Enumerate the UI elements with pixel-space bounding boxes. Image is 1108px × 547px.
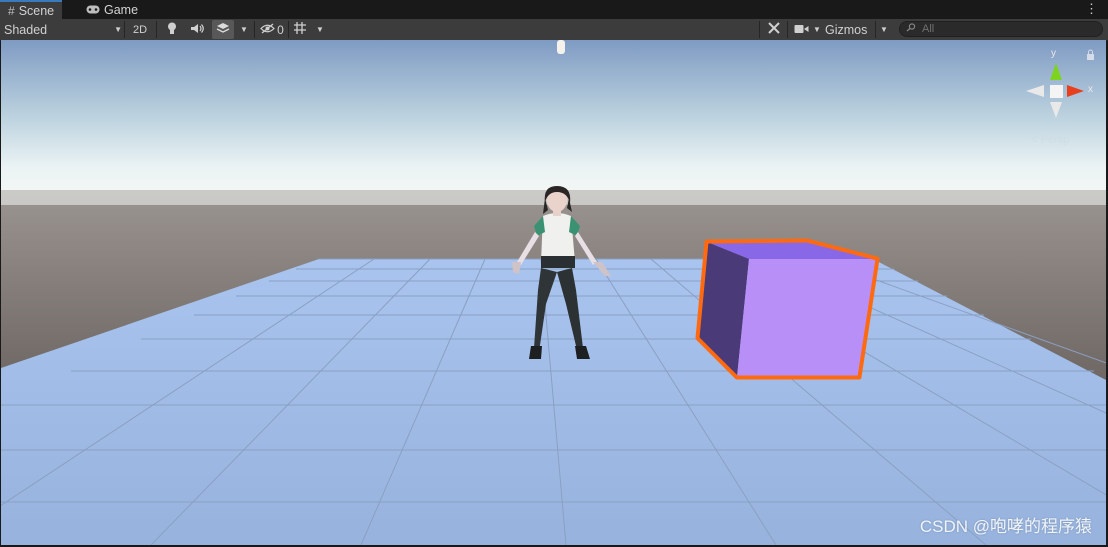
- watermark: CSDN @咆哮的程序猿: [919, 517, 1092, 536]
- grid-snap-icon: [293, 21, 307, 38]
- effects-toggle[interactable]: [212, 20, 234, 39]
- search-input[interactable]: [922, 23, 1092, 35]
- scene-render: [1, 40, 1106, 545]
- chevron-down-icon: ▼: [880, 25, 888, 34]
- gizmos-button[interactable]: Gizmos: [825, 20, 875, 39]
- tools-button[interactable]: [764, 20, 784, 39]
- grid-dropdown[interactable]: ▼: [312, 20, 328, 39]
- eye-slash-icon: [260, 22, 276, 37]
- tools-icon: [767, 21, 781, 38]
- scene-viewport[interactable]: y x < Persp CSDN @咆哮的程序猿: [1, 40, 1106, 545]
- audio-toggle[interactable]: [186, 20, 208, 39]
- tab-game[interactable]: Game: [78, 0, 146, 19]
- tab-scene-label: Scene: [18, 3, 55, 18]
- toggle-2d-label: 2D: [132, 23, 148, 36]
- gizmos-label: Gizmos: [825, 22, 868, 37]
- camera-button[interactable]: [791, 20, 811, 39]
- lighting-toggle[interactable]: [162, 20, 182, 39]
- more-options-icon[interactable]: ⋮: [1085, 1, 1098, 17]
- grid-icon: #: [8, 3, 15, 18]
- projection-toggle[interactable]: < Persp: [1031, 134, 1069, 146]
- layers-icon: [216, 22, 230, 37]
- gizmo-x-label: x: [1088, 84, 1093, 95]
- lightbulb-icon: [167, 22, 177, 38]
- scene-toolbar: Shaded ▼ 2D ▼ 0 ▼ ▼ Gizmos ▼ All: [0, 19, 1108, 41]
- search-icon: [906, 23, 916, 35]
- chevron-down-icon: ▼: [813, 25, 821, 34]
- hidden-objects-toggle[interactable]: 0: [258, 20, 286, 39]
- tab-game-label: Game: [104, 2, 139, 17]
- grid-toggle[interactable]: [290, 20, 310, 39]
- gizmos-dropdown[interactable]: ▼: [877, 20, 891, 39]
- camera-icon: [794, 23, 809, 37]
- speaker-icon: [190, 23, 204, 37]
- toggle-2d-button[interactable]: 2D: [128, 20, 152, 39]
- draw-mode-dropdown[interactable]: Shaded ▼: [4, 20, 122, 39]
- chevron-down-icon: ▼: [240, 25, 248, 34]
- gamepad-icon: [86, 3, 100, 17]
- camera-dropdown[interactable]: ▼: [811, 20, 823, 39]
- hidden-count: 0: [277, 22, 284, 37]
- gizmo-center-icon[interactable]: [1050, 85, 1063, 98]
- tab-bar: # Scene Game ⋮: [0, 0, 1108, 19]
- effects-dropdown[interactable]: ▼: [236, 20, 252, 39]
- hierarchy-search[interactable]: [899, 21, 1103, 37]
- chevron-down-icon: ▼: [316, 25, 324, 34]
- chevron-down-icon: ▼: [114, 25, 122, 34]
- gizmo-y-label: y: [1051, 48, 1056, 59]
- selected-cube[interactable]: [695, 238, 880, 380]
- draw-mode-value: Shaded: [4, 22, 48, 37]
- tab-scene[interactable]: # Scene: [0, 0, 63, 19]
- camera-marker: [557, 40, 565, 54]
